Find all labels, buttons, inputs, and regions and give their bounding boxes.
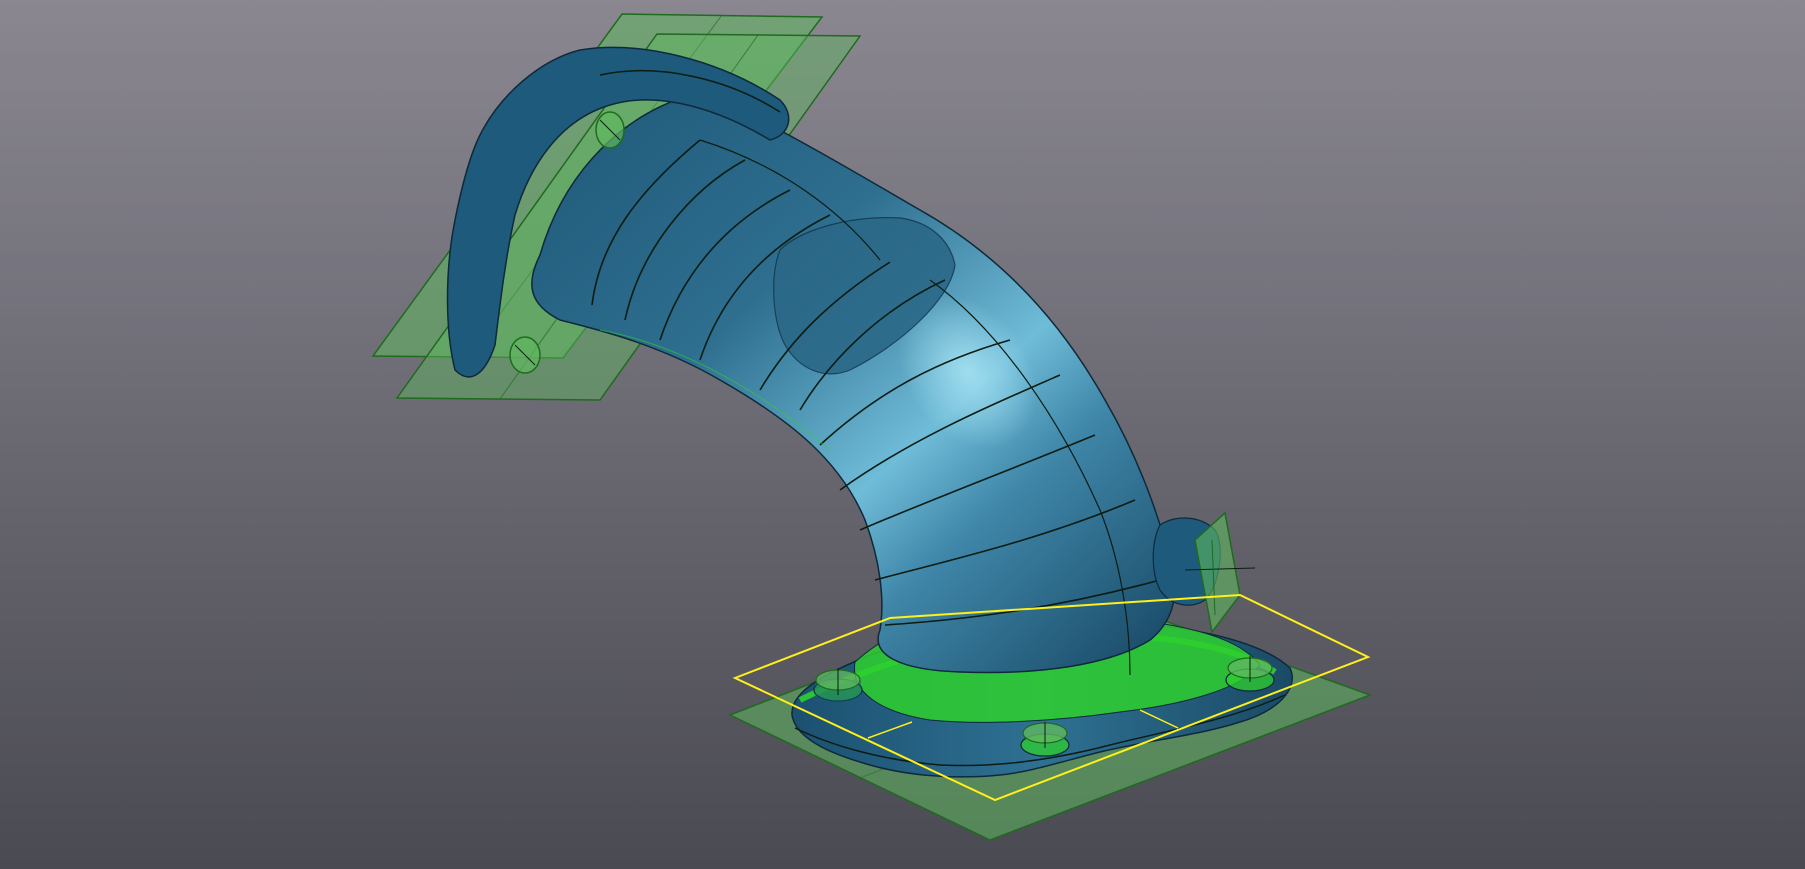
viewport-canvas[interactable] [0,0,1805,869]
inlet-bolt-hole-top[interactable] [595,111,625,149]
base-bolt-boss-center[interactable] [1020,722,1070,757]
base-bolt-boss-right[interactable] [1225,656,1275,692]
inlet-bolt-hole-bottom[interactable] [509,336,541,374]
3d-viewport[interactable] [0,0,1805,869]
base-bolt-boss-left[interactable] [813,668,863,702]
